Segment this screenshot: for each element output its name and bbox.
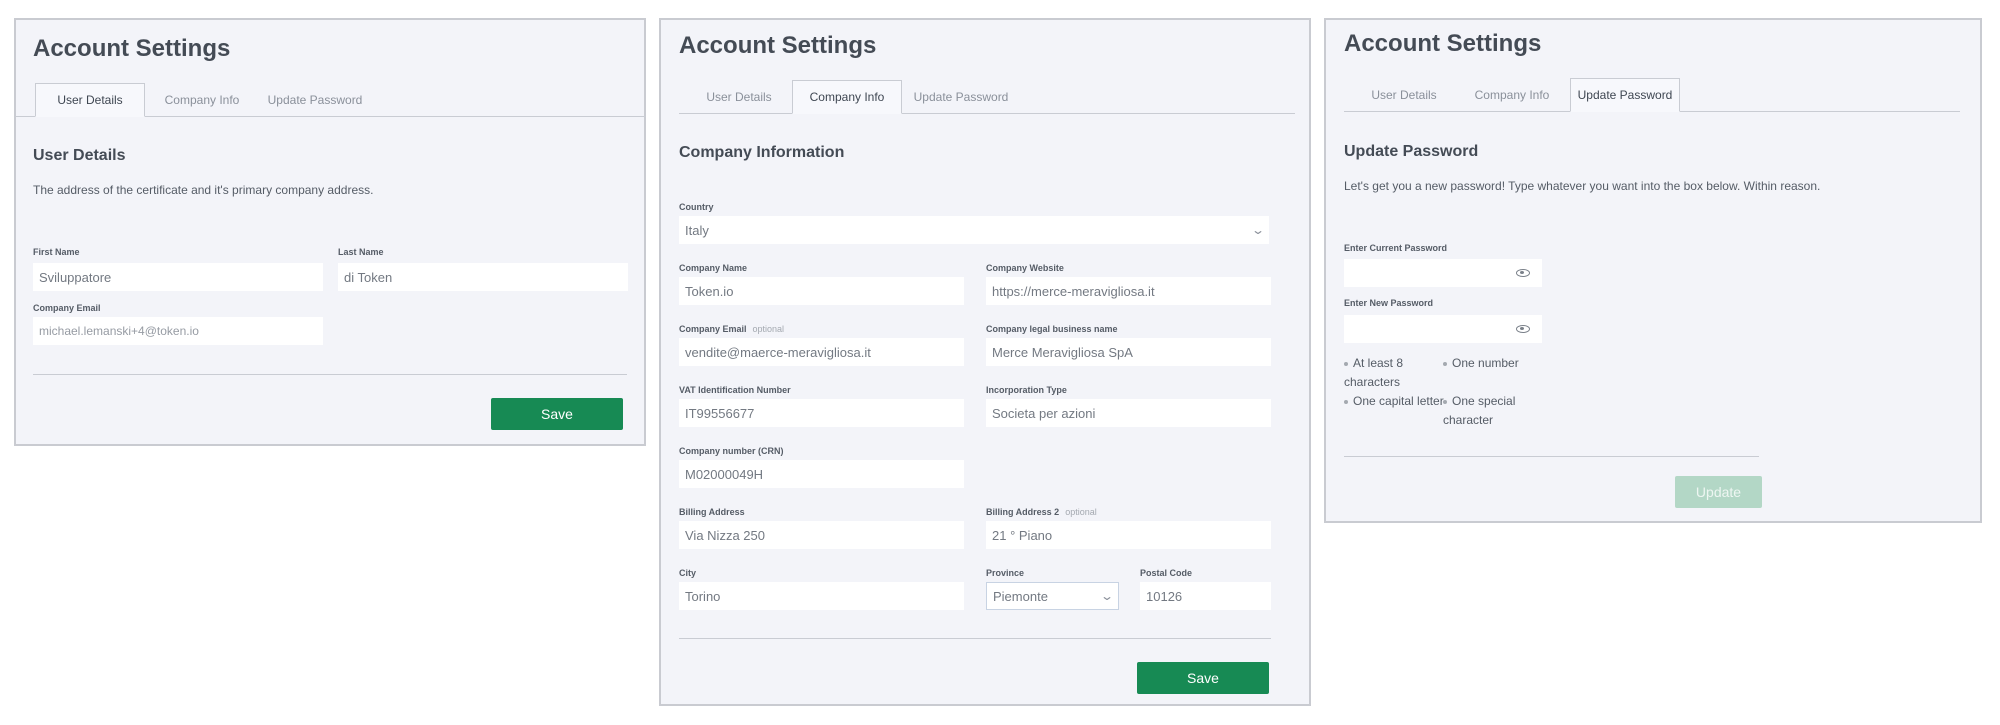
save-button[interactable]: Save [1137, 662, 1269, 694]
section-description: The address of the certificate and it's … [33, 183, 374, 197]
user-details-panel: Account Settings User Details Company In… [14, 18, 646, 446]
province-value: Piemonte [993, 588, 1048, 604]
province-label: Province [986, 568, 1025, 578]
rule-number: One number [1443, 354, 1519, 373]
postal-code-field[interactable]: 10126 [1140, 582, 1271, 610]
last-name-field[interactable]: di Token [338, 263, 628, 291]
country-select[interactable]: Italy ⌄ [679, 216, 1269, 244]
form-divider [33, 374, 627, 375]
company-email-label: Company Email [33, 303, 101, 313]
tab-company-info[interactable]: Company Info [149, 83, 255, 117]
chevron-down-icon: ⌄ [1250, 223, 1266, 237]
bullet-icon [1443, 361, 1447, 366]
tab-company-info[interactable]: Company Info [1459, 78, 1565, 112]
new-password-field[interactable] [1344, 315, 1542, 343]
bullet-icon [1344, 361, 1348, 366]
billing-address-2-field[interactable]: 21 ° Piano [986, 521, 1271, 549]
company-email-label: Company Email optional [679, 324, 785, 334]
tab-user-details[interactable]: User Details [35, 83, 145, 117]
vat-label: VAT Identification Number [679, 385, 791, 395]
update-password-panel: Account Settings User Details Company In… [1324, 18, 1982, 523]
billing-address-label: Billing Address [679, 507, 745, 517]
legal-name-label: Company legal business name [986, 324, 1118, 334]
form-divider [1344, 456, 1759, 457]
eye-icon[interactable] [1516, 325, 1530, 333]
crn-field[interactable]: M02000049H [679, 460, 964, 488]
optional-tag: optional [752, 324, 785, 334]
rule-special-character: One special character [1443, 394, 1516, 427]
tab-user-details[interactable]: User Details [691, 80, 787, 114]
company-email-field[interactable]: michael.lemanski+4@token.io [33, 317, 323, 345]
province-select[interactable]: Piemonte ⌄ [986, 582, 1119, 610]
first-name-field[interactable]: Sviluppatore [33, 263, 323, 291]
incorporation-type-label: Incorporation Type [986, 385, 1067, 395]
section-title: User Details [33, 147, 126, 164]
rule-min-length: At least 8 characters [1344, 356, 1404, 389]
company-email-field[interactable]: vendite@maerce-meravigliosa.it [679, 338, 964, 366]
incorporation-type-field[interactable]: Societa per azioni [986, 399, 1271, 427]
section-description: Let's get you a new password! Type whate… [1344, 179, 1821, 193]
rule-capital-letter: One capital letter [1344, 392, 1444, 411]
optional-tag: optional [1065, 507, 1097, 517]
city-field[interactable]: Torino [679, 582, 964, 610]
country-value: Italy [685, 222, 709, 238]
save-button[interactable]: Save [491, 398, 623, 430]
section-title: Update Password [1344, 143, 1479, 160]
tab-user-details[interactable]: User Details [1356, 78, 1452, 112]
current-password-field[interactable] [1344, 259, 1542, 287]
postal-code-label: Postal Code [1140, 568, 1193, 578]
page-title: Account Settings [1344, 30, 1542, 57]
company-website-label: Company Website [986, 263, 1064, 273]
company-website-field[interactable]: https://merce-meravigliosa.it [986, 277, 1271, 305]
tab-update-password[interactable]: Update Password [1570, 78, 1680, 112]
crn-label: Company number (CRN) [679, 446, 784, 456]
last-name-label: Last Name [338, 247, 384, 257]
update-button[interactable]: Update [1675, 476, 1762, 508]
tab-update-password[interactable]: Update Password [906, 80, 1016, 114]
bullet-icon [1443, 399, 1447, 404]
tab-company-info[interactable]: Company Info [792, 80, 902, 114]
page-title: Account Settings [33, 35, 231, 62]
form-divider [679, 638, 1271, 639]
billing-address-2-label: Billing Address 2 optional [986, 507, 1097, 517]
tab-update-password[interactable]: Update Password [260, 83, 370, 117]
new-password-label: Enter New Password [1344, 298, 1434, 308]
first-name-label: First Name [33, 247, 80, 257]
company-name-field[interactable]: Token.io [679, 277, 964, 305]
company-name-label: Company Name [679, 263, 748, 273]
billing-address-field[interactable]: Via Nizza 250 [679, 521, 964, 549]
company-info-panel: Account Settings User Details Company In… [659, 18, 1311, 706]
eye-icon[interactable] [1516, 269, 1530, 277]
page-title: Account Settings [679, 32, 877, 59]
legal-name-field[interactable]: Merce Meravigliosa SpA [986, 338, 1271, 366]
current-password-label: Enter Current Password [1344, 243, 1448, 253]
vat-field[interactable]: IT99556677 [679, 399, 964, 427]
city-label: City [679, 568, 697, 578]
section-title: Company Information [679, 144, 845, 161]
chevron-down-icon: ⌄ [1099, 589, 1115, 603]
bullet-icon [1344, 399, 1348, 404]
country-label: Country [679, 202, 714, 212]
